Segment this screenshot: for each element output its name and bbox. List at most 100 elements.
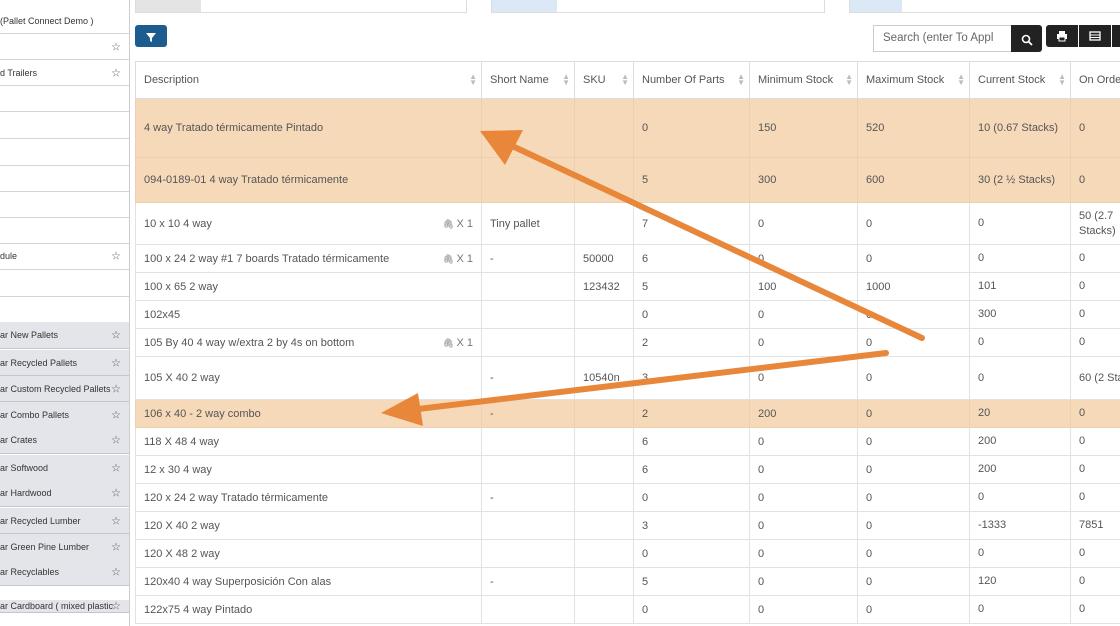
column-header[interactable]: Current Stock ▲ ▼ (969, 61, 1071, 99)
star-icon[interactable]: ☆ (111, 66, 121, 79)
sidebar-item[interactable] (0, 218, 129, 244)
sidebar-item[interactable]: ar Hardwood ☆ (0, 480, 129, 507)
table-row[interactable]: 🖇 X 1 10 x 10 4 way Tiny pallet 7 0 0 0 50 (2.7… (135, 202, 1120, 245)
attachment-count[interactable]: 🖇 X 1 (443, 218, 473, 230)
sidebar-item[interactable]: ar Softwood ☆ (0, 455, 129, 481)
print-button[interactable] (1046, 25, 1078, 47)
sidebar-item[interactable]: ar Cardboard ( mixed plastic ☆ (0, 600, 129, 613)
filter-button[interactable] (135, 25, 167, 47)
star-icon[interactable]: ☆ (111, 566, 121, 579)
star-icon[interactable]: ☆ (111, 461, 121, 474)
cell-value: 0 (866, 491, 873, 504)
search-input[interactable]: Search (enter To Appl (873, 25, 1012, 52)
sidebar-item[interactable]: ar Recycled Lumber ☆ (0, 508, 129, 534)
cell-value: 0 (758, 217, 765, 230)
column-header[interactable]: Description ▲ ▼ (135, 61, 482, 99)
cell-value: 4 way Tratado térmicamente Pintado (144, 122, 324, 134)
cell-value: 0 (866, 407, 873, 420)
sidebar-item[interactable] (0, 112, 129, 139)
table-cell: 5 (633, 567, 750, 596)
star-icon[interactable]: ☆ (111, 40, 121, 53)
column-header[interactable]: Short Name ▲ ▼ (481, 61, 575, 99)
sidebar-item-label: dule (0, 251, 18, 261)
cell-value: 120 X 48 2 way (144, 547, 220, 560)
table-row[interactable]: 100 x 65 2 way 123432 5 100 1000 101 0 (135, 272, 1120, 301)
table-row[interactable]: 094-0189-01 4 way Tratado térmicamente 5 3… (135, 157, 1120, 203)
table-row[interactable]: 106 x 40 - 2 way combo -2 200 0 20 0 (135, 399, 1120, 428)
star-icon[interactable]: ☆ (111, 382, 121, 395)
cell-value: 300 (758, 174, 777, 186)
cell-value: 0 (642, 122, 649, 134)
table-row[interactable]: 120 X 40 2 way 3 0 0 -1333 7851 (135, 511, 1120, 540)
star-icon[interactable]: ☆ (111, 356, 121, 369)
sidebar-item[interactable]: ar New Pallets ☆ (0, 322, 129, 349)
sidebar-item[interactable] (0, 140, 129, 166)
table-row[interactable]: 102x45 0 0 0 300 0 (135, 300, 1120, 329)
sidebar-item[interactable]: ar Combo Pallets ☆ (0, 402, 129, 428)
sidebar-item[interactable]: dule ☆ (0, 243, 129, 270)
sidebar-item[interactable] (0, 166, 129, 192)
attachment-count[interactable]: 🖇 X 1 (443, 337, 473, 349)
columns-button[interactable] (1079, 25, 1111, 47)
star-icon[interactable]: ☆ (111, 540, 121, 553)
column-header[interactable]: SKU ▲ ▼ (574, 61, 634, 99)
table-row[interactable]: 105 X 40 2 way - 10540n 3 0 0 0 60 (2 Stacks) (135, 356, 1120, 400)
sort-icon[interactable]: ▲ ▼ (845, 73, 853, 87)
cell-value: 0 (758, 575, 765, 588)
column-header[interactable]: On Orde▲▼ (1070, 61, 1120, 99)
star-icon[interactable]: ☆ (111, 408, 121, 421)
sort-icon[interactable]: ▲ ▼ (469, 73, 477, 87)
sidebar: (Pallet Connect Demo ) ☆ d Trailers ☆ dule ☆ a… (0, 0, 130, 626)
sidebar-item[interactable] (0, 192, 129, 218)
sidebar-item[interactable]: ar Recyclables ☆ (0, 559, 129, 586)
table-row[interactable]: 120x40 4 way Superposición Con alas - 5 0 0 1… (135, 567, 1120, 596)
search-button[interactable] (1011, 25, 1042, 52)
star-icon[interactable]: ☆ (111, 514, 121, 527)
table-cell (574, 483, 634, 512)
table-cell: 0 (633, 539, 750, 568)
table-row[interactable]: 120 X 48 2 way 0 0 0 0 0 (135, 539, 1120, 568)
column-header[interactable]: Minimum Stock ▲ ▼ (749, 61, 858, 99)
cell-value: -1333 (978, 519, 1007, 531)
table-row[interactable]: 120 x 24 2 way Tratado térmicamente - 0 0 0 0… (135, 483, 1120, 512)
sidebar-item[interactable] (0, 270, 129, 297)
sidebar-item[interactable]: ar Custom Recycled Pallets ☆ (0, 376, 129, 402)
star-icon[interactable]: ☆ (111, 329, 121, 342)
table-row[interactable]: 🖇 X 1 105 By 40 4 way w/extra 2 by 4s on … (135, 328, 1120, 357)
attachment-count-label: X 1 (456, 217, 473, 230)
sort-icon[interactable]: ▲ ▼ (562, 73, 570, 87)
table-cell (574, 300, 634, 329)
cell-value: Tiny pallet (490, 217, 540, 230)
sidebar-item[interactable]: ar Green Pine Lumber ☆ (0, 534, 129, 560)
star-icon[interactable]: ☆ (111, 434, 121, 447)
table-cell: 0 (1070, 483, 1120, 512)
sidebar-item[interactable]: (Pallet Connect Demo ) (0, 8, 129, 34)
table-row[interactable]: 🖇 X 1 100 x 24 2 way #1 7 boards Tratado … (135, 244, 1120, 273)
sort-icon[interactable]: ▲ ▼ (957, 73, 965, 87)
sort-icon[interactable]: ▲ ▼ (737, 73, 745, 87)
more-button[interactable] (1112, 25, 1120, 47)
table-row[interactable]: 4 way Tratado térmicamente Pintado 0 150 52… (135, 98, 1120, 158)
table-row[interactable]: 122x75 4 way Pintado 0 0 0 0 0 (135, 595, 1120, 624)
table-row[interactable]: 12 x 30 4 way 6 0 0 200 0 (135, 455, 1120, 484)
table-cell: 0 (633, 595, 750, 624)
table-cell: 0 (1070, 455, 1120, 484)
sidebar-item[interactable] (0, 85, 129, 112)
cell-value: 520 (866, 122, 885, 134)
star-icon[interactable]: ☆ (111, 487, 121, 500)
star-icon[interactable]: ☆ (111, 600, 121, 613)
sidebar-item[interactable]: ar Crates ☆ (0, 427, 129, 454)
column-header[interactable]: Number Of Parts ▲ ▼ (633, 61, 750, 99)
sidebar-item[interactable]: ar Recycled Pallets ☆ (0, 350, 129, 376)
table-row[interactable]: 118 X 48 4 way 6 0 0 200 0 (135, 427, 1120, 456)
sort-icon[interactable]: ▲ ▼ (1058, 73, 1066, 87)
star-icon[interactable]: ☆ (111, 250, 121, 263)
sidebar-item[interactable]: d Trailers ☆ (0, 60, 129, 86)
column-header[interactable]: Maximum Stock ▲ ▼ (857, 61, 970, 99)
table-cell: 0 (1070, 328, 1120, 357)
sidebar-item-label: ar Green Pine Lumber (0, 541, 90, 552)
table-cell: 5 (633, 272, 750, 301)
sidebar-item[interactable]: ☆ (0, 34, 129, 60)
attachment-count[interactable]: 🖇 X 1 (443, 253, 473, 265)
sort-icon[interactable]: ▲ ▼ (621, 73, 629, 87)
